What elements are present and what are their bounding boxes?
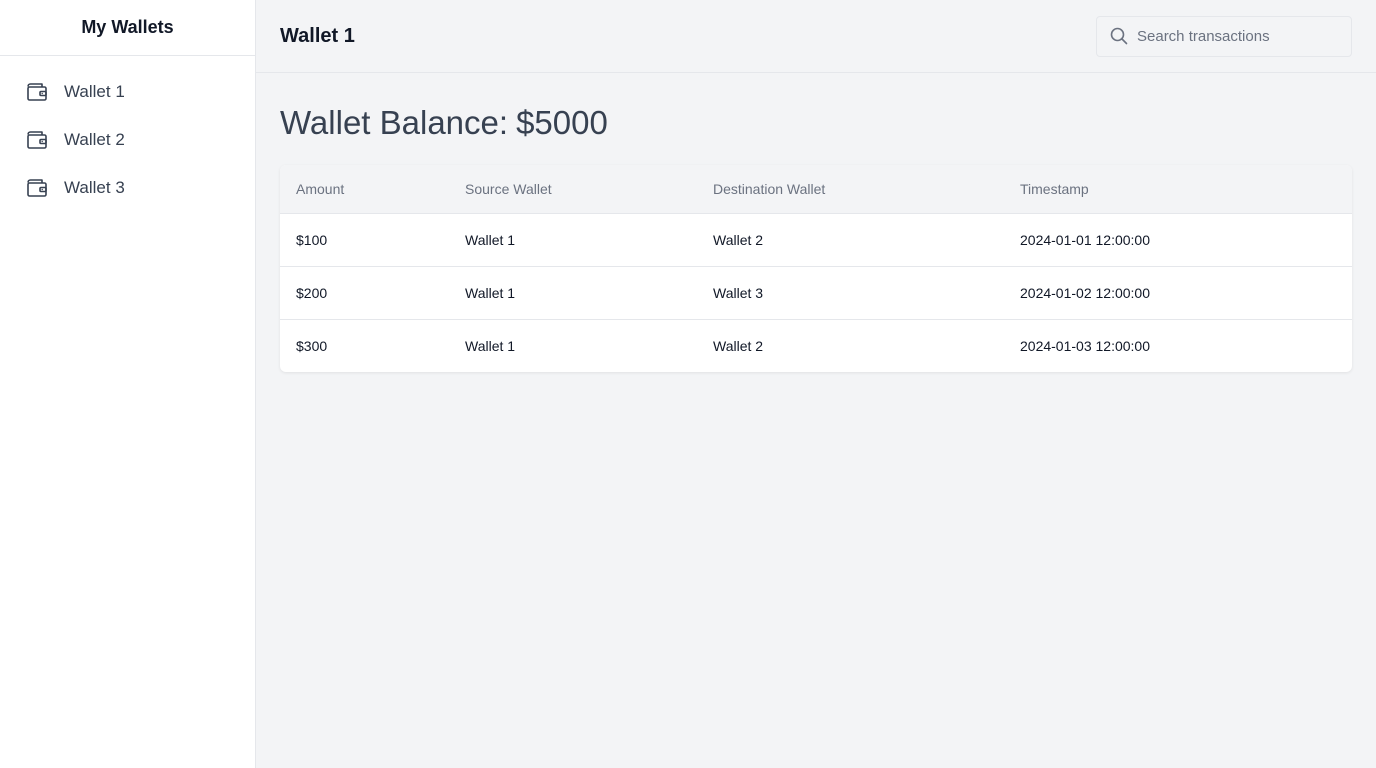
cell-destination-wallet: Wallet 3: [713, 284, 764, 301]
column-header-timestamp: Timestamp: [1020, 180, 1089, 197]
search-icon: [1109, 26, 1129, 46]
sidebar-item-wallet-3[interactable]: Wallet 3: [0, 164, 255, 212]
wallet-icon: [25, 176, 49, 200]
column-header-amount: Amount: [296, 180, 345, 197]
main-panel: Wallet 1 Wallet Balance:$5000: [256, 0, 1376, 768]
cell-source-wallet: Wallet 1: [465, 284, 516, 301]
cell-source-wallet: Wallet 1: [465, 231, 516, 248]
cell-amount: $300: [296, 337, 328, 354]
cell-amount: $200: [296, 284, 328, 301]
cell-destination-wallet: Wallet 2: [713, 337, 764, 354]
sidebar: My Wallets Wallet 1 Wallet 2 Wallet 3: [0, 0, 256, 768]
sidebar-title: My Wallets: [81, 17, 174, 37]
cell-amount: $100: [296, 231, 328, 248]
sidebar-header: My Wallets: [0, 0, 255, 56]
cell-timestamp: 2024-01-03 12:00:00: [1020, 337, 1150, 354]
wallet-balance-value: $5000: [516, 104, 608, 141]
table-row: $100 Wallet 1 Wallet 2 2024-01-01 12:00:…: [280, 213, 1352, 266]
column-header-destination-wallet: Destination Wallet: [713, 180, 826, 197]
page-title: Wallet 1: [280, 24, 355, 47]
app-root: My Wallets Wallet 1 Wallet 2 Wallet 3 Wa…: [0, 0, 1376, 768]
wallet-balance: Wallet Balance: $5000: [280, 103, 1352, 143]
table-header-row: Amount Source Wallet Destination Wallet …: [280, 165, 1352, 213]
sidebar-nav: Wallet 1 Wallet 2 Wallet 3: [0, 56, 255, 212]
wallet-icon: [25, 80, 49, 104]
sidebar-item-label: Wallet 1: [64, 82, 125, 101]
wallet-balance-label: Wallet Balance:: [280, 104, 509, 141]
wallet-icon: [25, 128, 49, 152]
sidebar-item-label: Wallet 2: [64, 130, 125, 149]
transactions-table-card: Amount Source Wallet Destination Wallet …: [280, 165, 1352, 372]
top-bar: Wallet 1: [256, 0, 1376, 73]
transactions-table: Amount Source Wallet Destination Wallet …: [280, 165, 1352, 372]
sidebar-item-wallet-2[interactable]: Wallet 2: [0, 116, 255, 164]
cell-timestamp: 2024-01-02 12:00:00: [1020, 284, 1150, 301]
column-header-source-wallet: Source Wallet: [465, 180, 552, 197]
cell-timestamp: 2024-01-01 12:00:00: [1020, 231, 1150, 248]
table-row: $300 Wallet 1 Wallet 2 2024-01-03 12:00:…: [280, 319, 1352, 372]
content: Wallet Balance: $5000 Amount Source Walle…: [256, 73, 1376, 372]
cell-source-wallet: Wallet 1: [465, 337, 516, 354]
sidebar-item-wallet-1[interactable]: Wallet 1: [0, 68, 255, 116]
cell-destination-wallet: Wallet 2: [713, 231, 764, 248]
table-row: $200 Wallet 1 Wallet 3 2024-01-02 12:00:…: [280, 266, 1352, 319]
search-input[interactable]: [1137, 27, 1337, 45]
search-box[interactable]: [1096, 15, 1352, 57]
sidebar-item-label: Wallet 3: [64, 178, 125, 197]
